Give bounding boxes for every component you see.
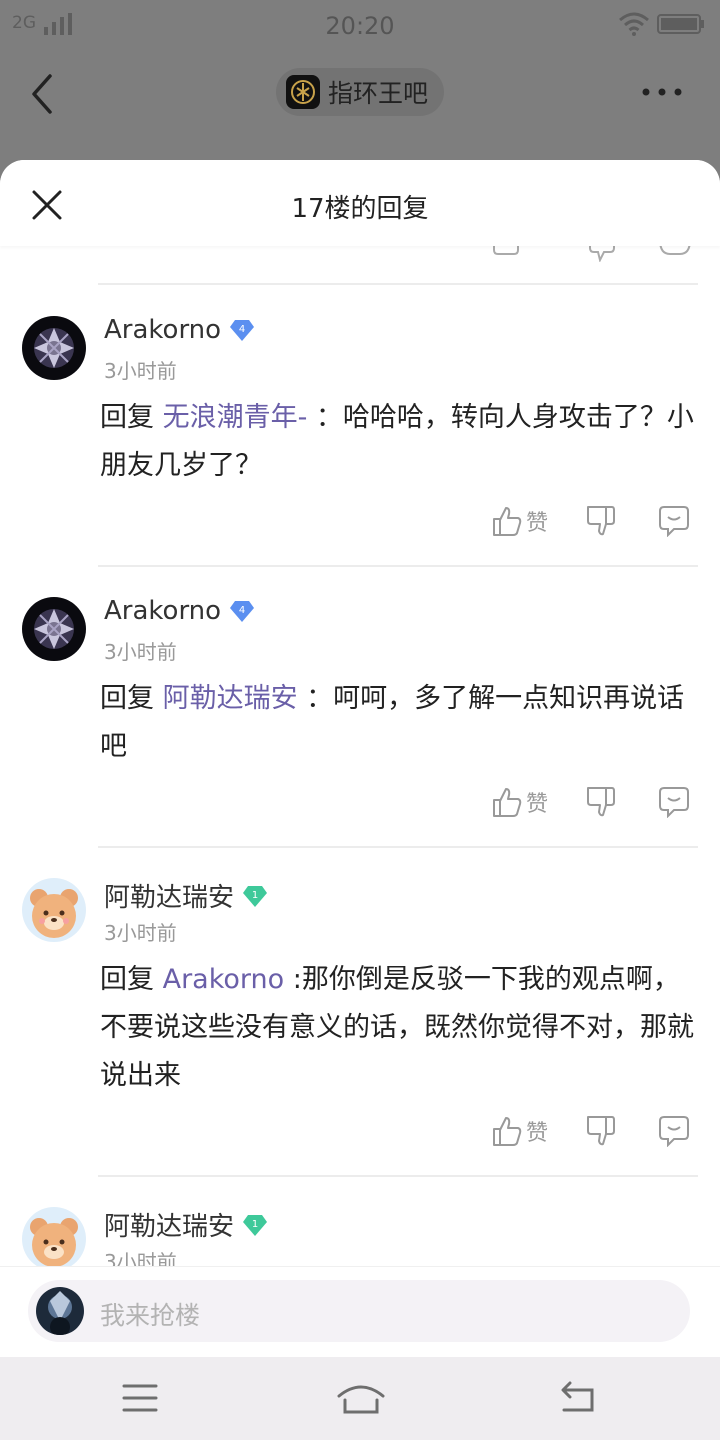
avatar[interactable] bbox=[22, 878, 86, 942]
reply-item: Arakorno 4 3小时前 回复 无浪潮青年- ：哈哈哈，转向人身攻击了？小… bbox=[0, 285, 720, 565]
my-avatar bbox=[36, 1287, 84, 1335]
wifi-icon bbox=[619, 12, 649, 36]
svg-text:1: 1 bbox=[252, 1219, 258, 1230]
level-badge: 1 bbox=[242, 1212, 268, 1238]
input-placeholder: 我来抢楼 bbox=[100, 1301, 201, 1330]
thumbs-up-icon bbox=[493, 1117, 522, 1146]
username[interactable]: Arakorno 4 bbox=[104, 596, 255, 626]
reply-text: 回复 Arakorno :那你倒是反驳一下我的观点啊，不要说这些没有意义的话，既… bbox=[100, 964, 694, 1091]
mention-link[interactable]: Arakorno bbox=[163, 964, 285, 995]
thumbs-up-icon bbox=[493, 788, 522, 817]
like-button[interactable]: 赞 bbox=[492, 1115, 548, 1147]
mention-link[interactable]: 阿勒达瑞安 bbox=[163, 683, 298, 714]
like-button[interactable]: 赞 bbox=[492, 786, 548, 818]
reply-time: 3小时前 bbox=[104, 921, 177, 945]
reply-actions: 赞 bbox=[0, 1115, 720, 1155]
avatar[interactable] bbox=[22, 316, 86, 380]
reply-text: 回复 阿勒达瑞安 ：呵呵，多了解一点知识再说话吧 bbox=[100, 683, 685, 762]
avatar[interactable] bbox=[22, 1207, 86, 1271]
svg-text:4: 4 bbox=[239, 324, 245, 335]
system-nav-bar bbox=[0, 1356, 720, 1440]
sheet-header: 17楼的回复 bbox=[0, 160, 720, 246]
thumbs-down-icon[interactable] bbox=[586, 786, 616, 818]
svg-text:4: 4 bbox=[239, 605, 245, 616]
thumbs-up-icon bbox=[493, 507, 522, 536]
username[interactable]: Arakorno 4 bbox=[104, 315, 255, 345]
reply-input[interactable]: 我来抢楼 bbox=[28, 1280, 690, 1342]
avatar[interactable] bbox=[22, 597, 86, 661]
forum-name: 指环王吧 bbox=[328, 79, 429, 108]
thumbs-down-icon[interactable] bbox=[586, 1115, 616, 1147]
more-options-icon[interactable] bbox=[640, 82, 684, 102]
username[interactable]: 阿勒达瑞安 1 bbox=[104, 877, 268, 914]
like-button[interactable]: 赞 bbox=[492, 505, 548, 537]
reply-item: Arakorno 4 3小时前 回复 阿勒达瑞安 ：呵呵，多了解一点知识再说话吧… bbox=[0, 566, 720, 846]
level-badge: 1 bbox=[242, 883, 268, 909]
reply-actions: 赞 bbox=[0, 786, 720, 826]
status-bar: 2G 20:20 bbox=[0, 0, 720, 50]
back-arrow-icon[interactable] bbox=[28, 72, 58, 116]
svg-text:1: 1 bbox=[252, 890, 258, 901]
replies-sheet: 17楼的回复 Arakorno 4 3小时前 回复 无浪潮青年- ：哈哈哈，转向… bbox=[0, 160, 720, 1356]
thumbs-down-icon[interactable] bbox=[586, 505, 616, 537]
sheet-title: 17楼的回复 bbox=[291, 194, 429, 224]
username[interactable]: 阿勒达瑞安 1 bbox=[104, 1206, 268, 1243]
forum-title-pill[interactable]: 指环王吧 bbox=[276, 68, 445, 116]
clock: 20:20 bbox=[325, 12, 395, 40]
reply-icon[interactable] bbox=[658, 505, 690, 537]
level-badge: 4 bbox=[229, 598, 255, 624]
battery-icon bbox=[657, 14, 704, 34]
forum-logo bbox=[286, 75, 320, 109]
level-badge: 4 bbox=[229, 317, 255, 343]
mention-link[interactable]: 无浪潮青年- bbox=[163, 402, 308, 433]
reply-icon[interactable] bbox=[658, 786, 690, 818]
reply-item: 阿勒达瑞安 1 3小时前 回复 Arakorno :那你倒是反驳一下我的观点啊，… bbox=[0, 847, 720, 1177]
reply-actions: 赞 bbox=[0, 505, 720, 545]
menu-icon[interactable] bbox=[118, 1378, 162, 1418]
reply-icon[interactable] bbox=[658, 1115, 690, 1147]
reply-time: 3小时前 bbox=[104, 640, 177, 664]
back-icon[interactable] bbox=[556, 1378, 600, 1418]
reply-input-bar: 我来抢楼 bbox=[0, 1266, 720, 1357]
reply-time: 3小时前 bbox=[104, 359, 177, 383]
reply-text: 回复 无浪潮青年- ：哈哈哈，转向人身攻击了？小朋友几岁了？ bbox=[100, 402, 694, 481]
home-icon[interactable] bbox=[336, 1378, 386, 1418]
